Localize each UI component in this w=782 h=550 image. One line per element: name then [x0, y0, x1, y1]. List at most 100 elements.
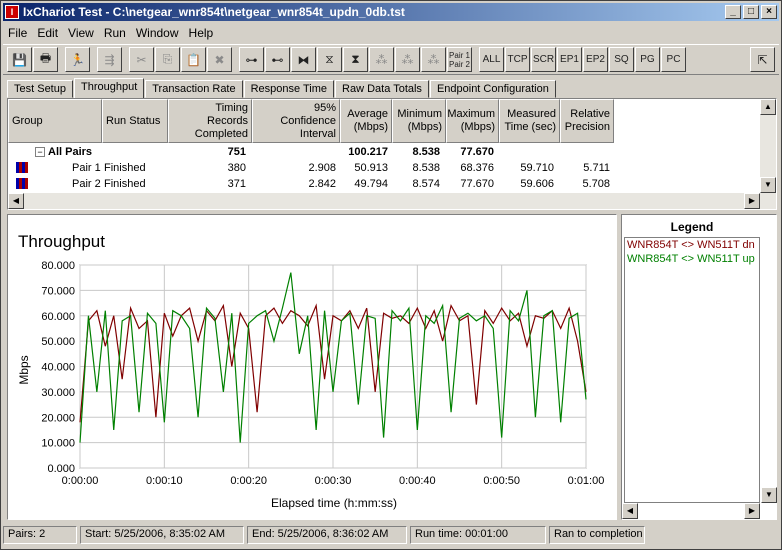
scroll-right-icon[interactable]: ▶ — [744, 193, 760, 209]
y-tick-label: 50.000 — [41, 336, 75, 348]
status-start: Start: 5/25/2006, 8:35:02 AM — [80, 526, 244, 544]
cell-time: 59.710 — [520, 162, 554, 174]
close-button[interactable]: × — [761, 5, 777, 19]
x-tick-label: 0:00:00 — [62, 475, 99, 487]
tab-endpoint-configuration[interactable]: Endpoint Configuration — [429, 80, 556, 98]
cut-icon[interactable]: ✂ — [129, 47, 154, 72]
tab-throughput[interactable]: Throughput — [73, 78, 145, 99]
tab-raw-data-totals[interactable]: Raw Data Totals — [335, 80, 429, 98]
menu-window[interactable]: Window — [131, 26, 184, 40]
add-pair-icon[interactable]: ⊶ — [239, 47, 264, 72]
col-average[interactable]: Average (Mbps) — [340, 99, 392, 143]
status-result: Ran to completion — [549, 526, 645, 544]
filter-pg-button[interactable]: PG — [635, 47, 660, 72]
col-run-status[interactable]: Run Status — [102, 99, 168, 143]
print-icon[interactable]: 🖶 — [33, 47, 58, 72]
col-confidence-interval[interactable]: 95% Confidence Interval — [252, 99, 340, 143]
scroll-up-icon[interactable]: ▲ — [760, 99, 776, 115]
cell-average: 49.794 — [354, 178, 388, 190]
add-multicast-icon[interactable]: ⊷ — [265, 47, 290, 72]
filter-ep2-button[interactable]: EP2 — [583, 47, 608, 72]
replicate-pair-icon[interactable]: ⧗ — [343, 47, 368, 72]
filter-scr-button[interactable]: SCR — [531, 47, 556, 72]
legend-scroll-down-icon[interactable]: ▼ — [761, 487, 777, 503]
col-relative-precision[interactable]: Relative Precision — [560, 99, 614, 143]
legend-title: Legend — [670, 220, 714, 234]
filter-ep1-button[interactable]: EP1 — [557, 47, 582, 72]
menu-file[interactable]: File — [3, 26, 32, 40]
edit-pair-icon[interactable]: ⧓ — [291, 47, 316, 72]
maximize-button[interactable]: □ — [743, 5, 759, 19]
y-tick-label: 80.000 — [41, 260, 75, 272]
col-timing-records[interactable]: Timing Records Completed — [168, 99, 252, 143]
col-maximum[interactable]: Maximum (Mbps) — [446, 99, 499, 143]
legend-pane: Legend WNR854T <> WN511T dn WNR854T <> W… — [621, 214, 777, 520]
legend-item-dn[interactable]: WNR854T <> WN511T dn — [625, 238, 759, 252]
tab-test-setup[interactable]: Test Setup — [7, 80, 73, 98]
scroll-down-icon[interactable]: ▼ — [760, 177, 776, 193]
stop-icon[interactable]: ⇶ — [97, 47, 122, 72]
cell-precision: 5.708 — [582, 178, 610, 190]
window-title: IxChariot Test - C:\netgear_wnr854t\netg… — [23, 5, 405, 19]
y-tick-label: 60.000 — [41, 311, 75, 323]
col-group[interactable]: Group — [8, 99, 102, 143]
disabled-pair-icon-2[interactable]: ⁂ — [395, 47, 420, 72]
filter-tcp-button[interactable]: TCP — [505, 47, 530, 72]
cell-ci: 2.842 — [308, 178, 336, 190]
x-axis-label: Elapsed time (h:mm:ss) — [271, 496, 397, 510]
legend-item-up[interactable]: WNR854T <> WN511T up — [625, 252, 759, 266]
summary-records: 751 — [227, 146, 246, 158]
legend-scroll-right-icon[interactable]: ▶ — [744, 503, 760, 519]
legend-scroll-left-icon[interactable]: ◀ — [622, 503, 638, 519]
title-bar: I IxChariot Test - C:\netgear_wnr854t\ne… — [3, 3, 779, 21]
disabled-pair-icon-1[interactable]: ⁂ — [369, 47, 394, 72]
summary-average: 100.217 — [348, 146, 388, 158]
tab-response-time[interactable]: Response Time — [243, 80, 335, 98]
table-row[interactable]: Pair 1 Finished 380 2.908 50.913 8.538 6… — [8, 160, 760, 176]
swap-endpoints-icon[interactable]: ⧖ — [317, 47, 342, 72]
collapse-icon[interactable]: − — [35, 147, 45, 157]
grid-horizontal-scrollbar[interactable]: ◀ ▶ — [8, 193, 760, 209]
x-tick-label: 0:01:00 — [568, 475, 605, 487]
grid-vertical-scrollbar[interactable]: ▲ ▼ — [760, 99, 776, 209]
delete-icon[interactable]: ✖ — [207, 47, 232, 72]
filter-all-button[interactable]: ALL — [479, 47, 504, 72]
menu-run[interactable]: Run — [99, 26, 131, 40]
cell-group: Pair 1 — [72, 162, 101, 174]
col-minimum[interactable]: Minimum (Mbps) — [392, 99, 446, 143]
y-tick-label: 40.000 — [41, 362, 75, 374]
menu-help[interactable]: Help — [184, 26, 219, 40]
menu-edit[interactable]: Edit — [32, 26, 63, 40]
cell-ci: 2.908 — [308, 162, 336, 174]
run-icon[interactable]: 🏃 — [65, 47, 90, 72]
summary-group: All Pairs — [48, 146, 93, 158]
y-tick-label: 30.000 — [41, 387, 75, 399]
cell-maximum: 77.670 — [460, 178, 494, 190]
paste-icon[interactable]: 📋 — [181, 47, 206, 72]
legend-box: WNR854T <> WN511T dn WNR854T <> WN511T u… — [624, 237, 760, 503]
x-tick-label: 0:00:20 — [230, 475, 267, 487]
cell-status: Finished — [104, 162, 146, 174]
filter-pc-button[interactable]: PC — [661, 47, 686, 72]
y-tick-label: 0.000 — [47, 463, 75, 475]
help-icon[interactable]: ⇱ — [750, 47, 775, 72]
filter-sq-button[interactable]: SQ — [609, 47, 634, 72]
ixchariot-app-icon[interactable]: I — [5, 5, 19, 19]
pair-chart-icon — [16, 162, 28, 173]
grid-header: Group Run Status Timing Records Complete… — [8, 99, 614, 143]
copy-icon[interactable]: ⎘ — [155, 47, 180, 72]
results-grid: Group Run Status Timing Records Complete… — [7, 98, 777, 210]
cell-records: 380 — [227, 162, 246, 174]
col-measured-time[interactable]: Measured Time (sec) — [499, 99, 560, 143]
pair-toggle-button[interactable]: Pair 1 Pair 2 — [447, 47, 472, 72]
x-tick-label: 0:00:40 — [399, 475, 436, 487]
cell-status: Finished — [104, 178, 146, 190]
menu-view[interactable]: View — [63, 26, 99, 40]
save-icon[interactable]: 💾 — [7, 47, 32, 72]
summary-row[interactable]: − All Pairs 751 100.217 8.538 77.670 — [8, 144, 760, 160]
disabled-pair-icon-3[interactable]: ⁂ — [421, 47, 446, 72]
tab-transaction-rate[interactable]: Transaction Rate — [145, 80, 243, 98]
table-row[interactable]: Pair 2 Finished 371 2.842 49.794 8.574 7… — [8, 176, 760, 192]
scroll-left-icon[interactable]: ◀ — [8, 193, 24, 209]
minimize-button[interactable]: _ — [725, 5, 741, 19]
